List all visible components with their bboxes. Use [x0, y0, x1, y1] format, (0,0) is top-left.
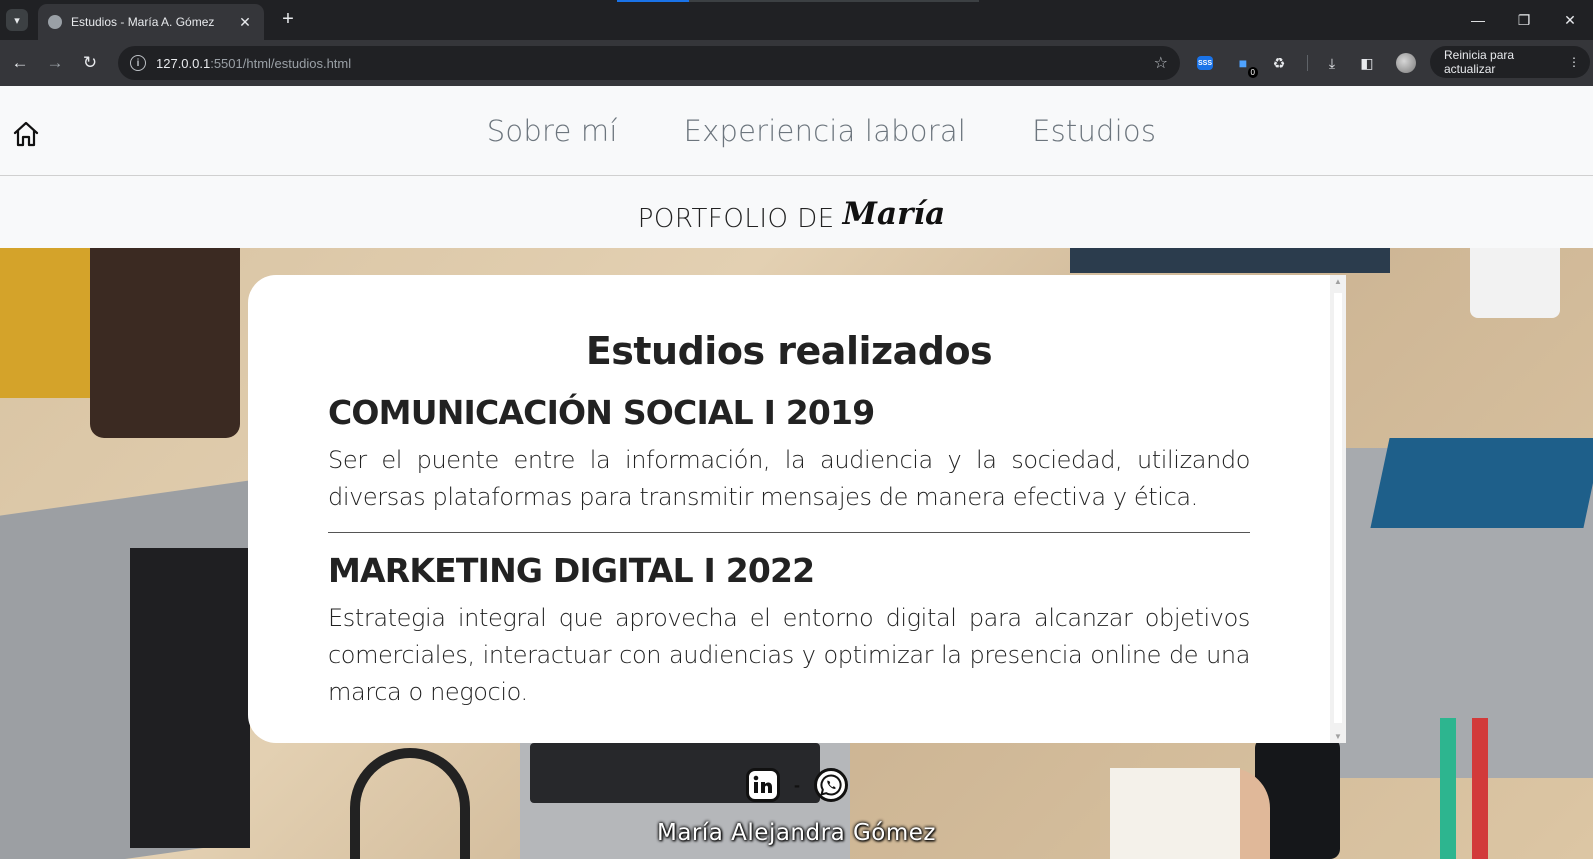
nav-link-estudios[interactable]: Estudios — [999, 114, 1189, 148]
window-close-icon[interactable]: ✕ — [1547, 0, 1593, 40]
decor-screen-right — [1370, 438, 1593, 528]
globe-icon — [48, 15, 62, 29]
whatsapp-icon[interactable] — [814, 768, 848, 802]
extension-count-badge: 0 — [1247, 67, 1258, 78]
loading-indicator — [617, 0, 979, 2]
decor-keyboard-left — [130, 548, 250, 848]
social-separator: - — [794, 774, 800, 795]
study-title: MARKETING DIGITAL I 2022 — [328, 551, 815, 590]
study-description: Estrategia integral que aprovecha el ent… — [328, 604, 1250, 706]
scroll-down-arrow-icon[interactable]: ▼ — [1330, 732, 1346, 741]
forward-arrow-icon[interactable]: → — [43, 51, 67, 75]
back-arrow-icon[interactable]: ← — [8, 51, 32, 75]
window-controls: — ❐ ✕ — [1455, 0, 1593, 40]
tab-title: Estudios - María A. Gómez — [71, 15, 215, 29]
download-icon[interactable]: ⤓ — [1321, 52, 1343, 74]
page-viewport: Sobre mí Experiencia laboral Estudios PO… — [0, 86, 1593, 859]
browser-tab-active[interactable]: Estudios - María A. Gómez ✕ — [38, 4, 264, 40]
update-label: Reinicia para actualizar — [1444, 48, 1515, 76]
extension-sss-icon[interactable]: SSS — [1197, 56, 1213, 70]
chevron-down-icon: ▾ — [14, 14, 20, 27]
social-links: - — [746, 768, 848, 802]
address-bar[interactable]: i 127.0.0.1 :5501/html/estudios.html ☆ — [118, 46, 1180, 80]
browser-tab-bar: ▾ Estudios - María A. Gómez ✕ + — ❐ ✕ — [0, 0, 1593, 40]
brand-prefix: PORTFOLIO DE — [637, 204, 835, 234]
site-header: Sobre mí Experiencia laboral Estudios — [0, 86, 1593, 176]
side-panel-icon[interactable]: ◧ — [1356, 52, 1378, 74]
decor-phone-top-right — [1470, 248, 1560, 318]
study-divider — [328, 532, 1250, 533]
site-info-icon[interactable]: i — [130, 55, 146, 71]
tab-search-button[interactable]: ▾ — [6, 9, 28, 31]
linkedin-icon[interactable] — [746, 768, 780, 802]
brand-bar: PORTFOLIO DE María — [0, 176, 1593, 248]
more-menu-icon[interactable]: ⋮ — [1568, 55, 1580, 69]
main-nav: Sobre mí Experiencia laboral Estudios — [0, 86, 1593, 176]
profile-avatar[interactable] — [1396, 53, 1416, 73]
plus-icon: + — [282, 8, 294, 30]
card-scrollbar[interactable]: ▲ ▼ — [1330, 275, 1346, 743]
restore-icon[interactable]: ❐ — [1501, 0, 1547, 40]
studies-card: Estudios realizados COMUNICACIÓN SOCIAL … — [248, 275, 1330, 743]
reload-icon[interactable]: ↻ — [78, 51, 102, 75]
url-path: :5501/html/estudios.html — [210, 55, 352, 71]
nav-link-sobre-mi[interactable]: Sobre mí — [454, 114, 651, 148]
browser-toolbar: ← → ↻ i 127.0.0.1 :5501/html/estudios.ht… — [0, 40, 1593, 86]
url-host: 127.0.0.1 — [156, 55, 211, 71]
nav-link-experiencia[interactable]: Experiencia laboral — [651, 114, 999, 148]
decor-notebook — [90, 248, 240, 438]
studies-title: Estudios realizados — [585, 329, 993, 373]
study-title: COMUNICACIÓN SOCIAL I 2019 — [328, 393, 875, 432]
close-icon[interactable]: ✕ — [236, 14, 254, 31]
bookmark-star-icon[interactable]: ☆ — [1154, 53, 1168, 73]
extension-badge-icon[interactable]: ■ 0 — [1232, 52, 1258, 78]
brand-name: María — [842, 196, 946, 232]
scrollbar-thumb[interactable] — [1334, 293, 1342, 723]
scroll-up-arrow-icon[interactable]: ▲ — [1330, 277, 1346, 286]
update-button[interactable]: Reinicia para actualizar ⋮ — [1430, 46, 1590, 78]
hero-background: Estudios realizados COMUNICACIÓN SOCIAL … — [0, 248, 1593, 859]
home-icon[interactable] — [12, 120, 40, 148]
minimize-icon[interactable]: — — [1455, 0, 1501, 40]
new-tab-button[interactable]: + — [276, 8, 300, 32]
footer-name: María Alejandra Gómez — [656, 820, 936, 846]
toolbar-divider — [1307, 55, 1308, 71]
decor-tablet-top-right — [1070, 248, 1390, 273]
extensions-puzzle-icon[interactable]: ♻ — [1268, 52, 1290, 74]
study-description: Ser el puente entre la información, la a… — [328, 446, 1250, 511]
